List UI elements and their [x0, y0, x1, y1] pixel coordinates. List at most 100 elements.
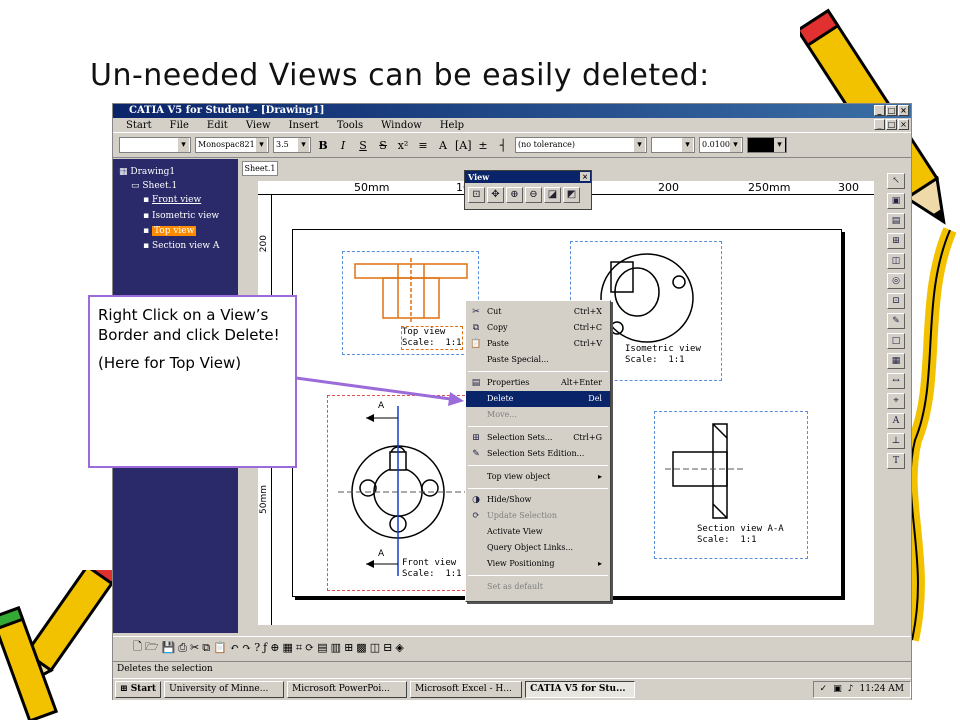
menu-item-paste[interactable]: 📋 Paste Ctrl+V [466, 336, 610, 352]
annotation-icon[interactable]: A [887, 413, 905, 429]
menu-insert[interactable]: Insert [280, 120, 328, 131]
create-view-icon[interactable]: ◩ [563, 187, 580, 203]
menu-item-set-as-default[interactable]: Set as default [466, 579, 610, 595]
menu-item-cut[interactable]: ✂ Cut Ctrl+X [466, 304, 610, 320]
underline-icon[interactable]: S [355, 139, 371, 152]
select-icon[interactable]: ↖ [887, 173, 905, 189]
colors-icon[interactable]: ▩ [356, 641, 366, 654]
start-button[interactable]: ⊞ Start [115, 681, 162, 698]
menu-item-properties[interactable]: ▤ Properties Alt+Enter [466, 375, 610, 391]
menu-file[interactable]: File [161, 120, 198, 131]
close-button[interactable]: × [898, 105, 909, 116]
frame-icon[interactable]: □ [887, 333, 905, 349]
redo-icon[interactable]: ↷ [242, 641, 251, 654]
taskbar-item-browser[interactable]: University of Minne... [164, 681, 285, 698]
section-view-frame[interactable]: Section view A-A Scale: 1:1 [654, 411, 808, 559]
menu-window[interactable]: Window [372, 120, 431, 131]
menu-view[interactable]: View [237, 120, 280, 131]
tree-view-section[interactable]: ▪ Section view A [143, 241, 219, 251]
sheet-tab[interactable]: Sheet.1 [242, 161, 278, 176]
close-icon[interactable]: × [580, 172, 590, 181]
menu-item-delete[interactable]: Delete Del [466, 391, 610, 407]
align-icon[interactable]: ≡ [415, 139, 431, 152]
fit-all-icon[interactable]: ⊡ [468, 187, 485, 203]
snap-icon[interactable]: ⌗ [296, 641, 302, 655]
precision-combo[interactable]: 0.0100 [699, 137, 743, 153]
tolerance-value-combo[interactable] [651, 137, 695, 153]
taskbar-item-excel[interactable]: Microsoft Excel - H... [410, 681, 523, 698]
volume-icon[interactable]: ♪ [848, 682, 854, 697]
bold-icon[interactable]: B [315, 139, 331, 152]
layer-icon[interactable]: ◫ [370, 641, 380, 654]
menu-item-selection-sets-edition[interactable]: ✎ Selection Sets Edition... [466, 446, 610, 462]
new-view-icon[interactable]: ▣ [887, 193, 905, 209]
save-icon[interactable]: 💾 [162, 641, 176, 654]
zoom-in-icon[interactable]: ⊕ [506, 187, 523, 203]
menu-item-view-positioning[interactable]: View Positioning ▸ [466, 556, 610, 572]
detail-icon[interactable]: ◎ [887, 273, 905, 289]
dress-up-icon[interactable]: ⊕ [270, 641, 279, 654]
sheet-icon[interactable]: ▤ [887, 213, 905, 229]
superscript-icon[interactable]: x² [395, 139, 411, 152]
menu-item-move[interactable]: Move... [466, 407, 610, 423]
tolerance-combo[interactable]: (no tolerance) [515, 137, 647, 153]
menu-item-selection-sets[interactable]: ⊞ Selection Sets... Ctrl+G [466, 430, 610, 446]
measure-icon[interactable]: ⊟ [383, 641, 392, 654]
tree-view-isometric[interactable]: ▪ Isometric view [143, 211, 219, 221]
color-combo[interactable] [747, 137, 787, 153]
frame-icon[interactable]: [A] [455, 139, 472, 152]
menu-item-query-object-links[interactable]: Query Object Links... [466, 540, 610, 556]
style-combo[interactable] [119, 137, 191, 153]
paste-icon[interactable]: 📋 [213, 641, 227, 654]
maximize-button[interactable]: □ [886, 105, 897, 116]
clipping-icon[interactable]: ⊡ [887, 293, 905, 309]
wizard-icon[interactable]: ✎ [887, 313, 905, 329]
grid-icon[interactable]: ▦ [282, 641, 292, 654]
font-size-combo[interactable]: 3.5 [273, 137, 311, 153]
filter-icon[interactable]: ▤ [317, 641, 327, 654]
menu-item-paste-special[interactable]: Paste Special... [466, 352, 610, 368]
print-icon[interactable]: ⎙ [178, 641, 187, 655]
menu-item-hide-show[interactable]: ◑ Hide/Show [466, 492, 610, 508]
anchor-icon[interactable]: A [435, 139, 451, 152]
menu-start[interactable]: Start [117, 120, 161, 131]
cut-icon[interactable]: ✂ [190, 641, 199, 654]
tree-sheet[interactable]: ▭ Sheet.1 [131, 181, 177, 191]
section-icon[interactable]: ◫ [887, 253, 905, 269]
tree-view-top[interactable]: ▪ Top view [143, 226, 197, 236]
strikethrough-icon[interactable]: S [375, 139, 391, 152]
doc-close-button[interactable]: × [898, 119, 909, 130]
zoom-out-icon[interactable]: ⊖ [525, 187, 542, 203]
minimize-button[interactable]: _ [874, 105, 885, 116]
doc-restore-button[interactable]: □ [886, 119, 897, 130]
tolerance-icon[interactable]: ⌖ [887, 393, 905, 409]
undo-icon[interactable]: ↶ [230, 641, 239, 654]
top-view-frame[interactable]: Top view Scale: 1:1 [342, 251, 479, 355]
formula-icon[interactable]: ƒ [263, 641, 267, 654]
menu-item-top-view-object[interactable]: Top view object ▸ [466, 469, 610, 485]
open-file-icon[interactable]: 🗁 [145, 638, 159, 657]
normal-view-icon[interactable]: ◪ [544, 187, 561, 203]
tray-icon[interactable]: ✓ [820, 682, 828, 697]
font-name-combo[interactable]: Monospac821 B [195, 137, 269, 153]
menu-edit[interactable]: Edit [198, 120, 237, 131]
italic-icon[interactable]: I [335, 139, 351, 152]
pan-icon[interactable]: ✥ [487, 187, 504, 203]
taskbar-item-catia[interactable]: CATIA V5 for Stu... [525, 681, 636, 698]
render-icon[interactable]: ◈ [395, 641, 403, 654]
position-icon[interactable]: ⊞ [344, 641, 353, 654]
dimension-icon[interactable]: ┤ [495, 139, 511, 152]
copy-icon[interactable]: ⧉ [202, 641, 210, 655]
menu-item-copy[interactable]: ⧉ Copy Ctrl+C [466, 320, 610, 336]
tree-root[interactable]: ▦ Drawing1 [119, 167, 175, 177]
dimension-icon[interactable]: ↔ [887, 373, 905, 389]
tray-icon[interactable]: ▣ [833, 682, 842, 697]
projection-icon[interactable]: ⊞ [887, 233, 905, 249]
taskbar-item-powerpoint[interactable]: Microsoft PowerPoi... [287, 681, 408, 698]
analysis-icon[interactable]: ▥ [331, 641, 341, 654]
update-icon[interactable]: ⟳ [305, 641, 314, 654]
text-icon[interactable]: T [887, 453, 905, 469]
table-icon[interactable]: ▦ [887, 353, 905, 369]
doc-minimize-button[interactable]: _ [874, 119, 885, 130]
menu-tools[interactable]: Tools [328, 120, 372, 131]
